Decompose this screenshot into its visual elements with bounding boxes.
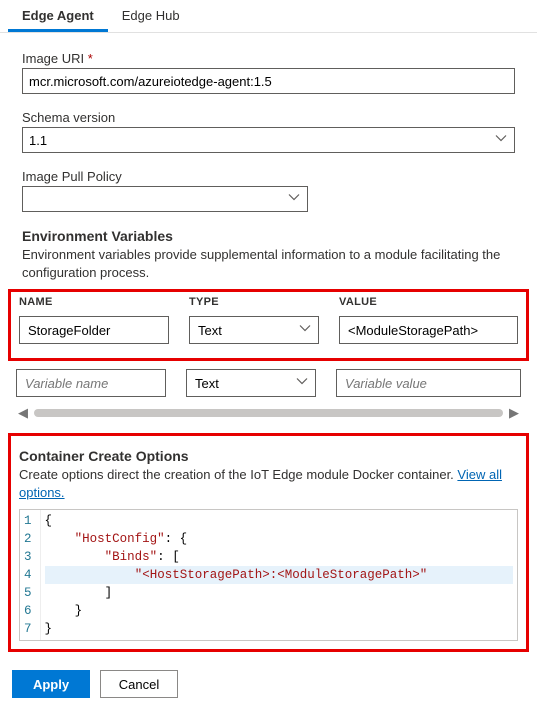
env-header-value: VALUE [339,296,518,308]
image-uri-label-text: Image URI [22,51,84,66]
cco-highlight: Container Create Options Create options … [8,433,529,652]
env-value-input-new[interactable] [336,369,521,397]
schema-version-select-wrap [22,127,515,153]
field-image-uri: Image URI * [22,51,515,94]
required-asterisk: * [88,51,93,66]
scroll-track[interactable] [34,409,503,417]
env-header-row: NAME TYPE VALUE [11,296,526,308]
pull-policy-select-wrap [22,186,308,212]
apply-button[interactable]: Apply [12,670,90,698]
cco-title: Container Create Options [19,448,518,464]
env-vars-highlight: NAME TYPE VALUE [8,289,529,361]
code-editor[interactable]: 1234567 { "HostConfig": { "Binds": [ "<H… [19,509,518,641]
env-name-input-new[interactable] [16,369,166,397]
env-row-new [8,369,529,397]
form-area: Image URI * Schema version Image Pull Po… [0,33,537,281]
env-header-name: NAME [19,296,169,308]
scroll-left-icon[interactable]: ◀ [16,405,30,421]
env-value-input[interactable] [339,316,518,344]
field-pull-policy: Image Pull Policy [22,169,515,212]
cancel-button[interactable]: Cancel [100,670,178,698]
scroll-right-icon[interactable]: ▶ [507,405,521,421]
code-lines[interactable]: { "HostConfig": { "Binds": [ "<HostStora… [41,510,517,640]
env-type-select[interactable] [189,316,319,344]
env-vars-title: Environment Variables [22,228,515,244]
pull-policy-select[interactable] [22,186,308,212]
tabs-bar: Edge Agent Edge Hub [0,0,537,33]
code-gutter: 1234567 [20,510,41,640]
field-schema-version: Schema version [22,110,515,153]
env-vars-desc: Environment variables provide supplement… [22,246,515,281]
env-header-type: TYPE [189,296,319,308]
pull-policy-label: Image Pull Policy [22,169,515,184]
image-uri-label: Image URI * [22,51,515,66]
env-scrollbar: ◀ ▶ [8,405,529,421]
env-type-select-new[interactable] [186,369,316,397]
footer-buttons: Apply Cancel [0,668,537,712]
env-name-input[interactable] [19,316,169,344]
env-row [11,316,526,344]
cco-desc: Create options direct the creation of th… [19,466,518,501]
schema-version-label: Schema version [22,110,515,125]
env-vars-area: NAME TYPE VALUE [8,289,529,421]
schema-version-select[interactable] [22,127,515,153]
tab-edge-agent[interactable]: Edge Agent [8,0,108,32]
cco-desc-text: Create options direct the creation of th… [19,467,457,482]
image-uri-input[interactable] [22,68,515,94]
tab-edge-hub[interactable]: Edge Hub [108,0,194,32]
